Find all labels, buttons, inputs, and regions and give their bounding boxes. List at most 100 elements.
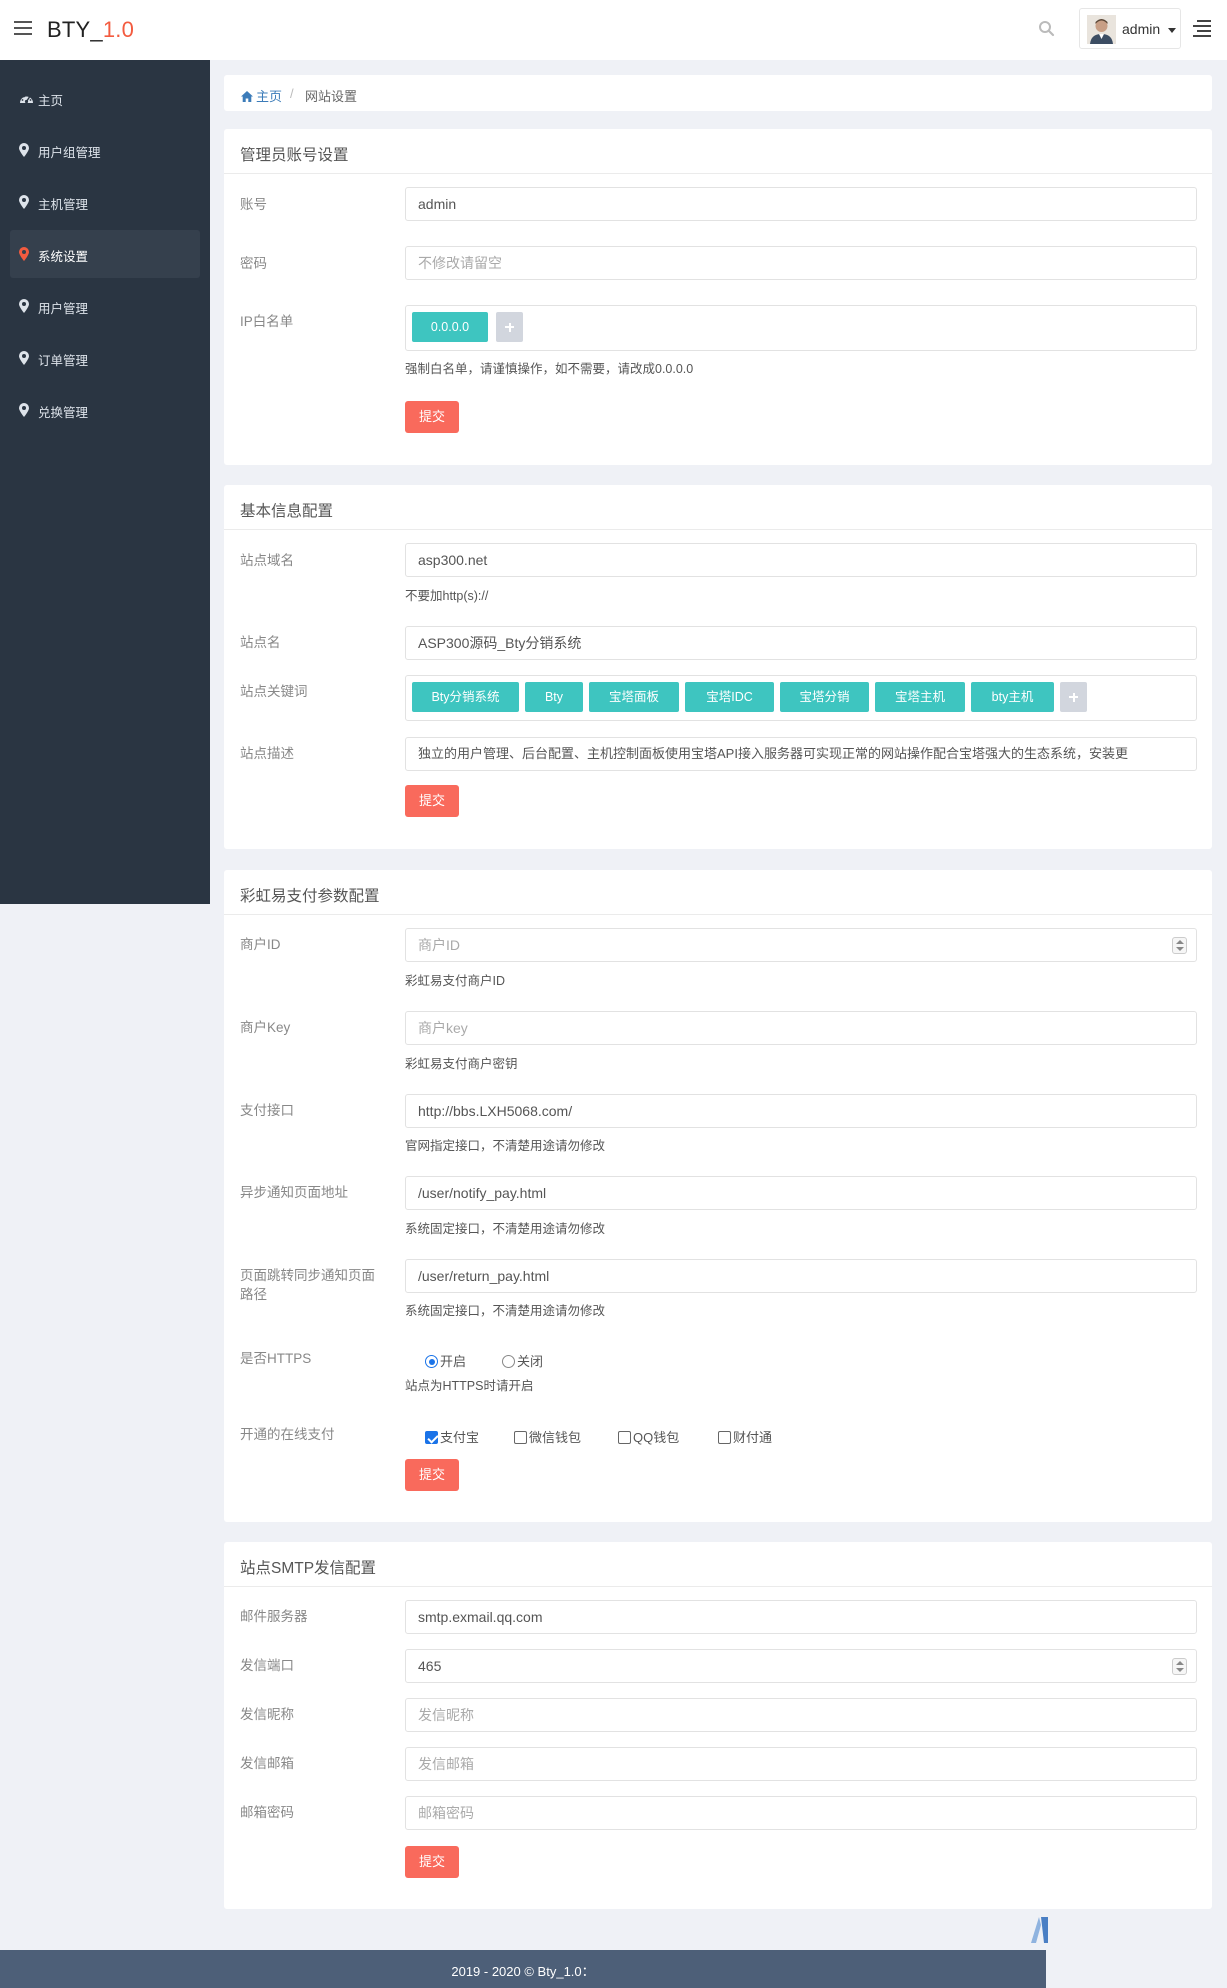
basic-submit-button[interactable]: 提交 <box>405 785 459 817</box>
sidebar-item-redeem[interactable]: 兑换管理 <box>10 386 200 434</box>
hamburger-menu-icon[interactable] <box>14 21 32 35</box>
breadcrumb: 主页 / 网站设置 <box>224 75 1212 111</box>
notify-url-help: 系统固定接口，不清楚用途请勿修改 <box>405 1222 606 1236</box>
panel-header: 管理员账号设置 <box>224 129 1212 174</box>
smtp-port-label: 发信端口 <box>240 1658 294 1673</box>
breadcrumb-home-link[interactable]: 主页 <box>241 86 282 105</box>
merchant-key-help: 彩虹易支付商户密钥 <box>405 1057 518 1071</box>
map-marker-icon <box>19 247 33 261</box>
smtp-password-input[interactable]: 邮箱密码 <box>405 1796 1197 1830</box>
site-name-input[interactable]: ASP300源码_Bty分销系统 <box>405 626 1197 660</box>
https-on-radio[interactable]: 开启 <box>425 1351 466 1370</box>
site-keywords-label: 站点关键词 <box>240 684 308 699</box>
sidebar: 主页 用户组管理 主机管理 系统设置 用户管理 订单管理 兑换管理 <box>0 60 210 904</box>
app-brand[interactable]: BTY_1.0 <box>47 17 134 43</box>
notify-url-input[interactable]: /user/notify_pay.html <box>405 1176 1197 1210</box>
site-keywords-tag-input[interactable]: Bty分销系统 Bty 宝塔面板 宝塔IDC 宝塔分销 宝塔主机 bty主机 <box>405 675 1197 721</box>
home-icon <box>241 91 253 102</box>
account-input[interactable]: admin <box>405 187 1197 221</box>
merchant-id-input[interactable]: 商户ID <box>405 928 1197 962</box>
breadcrumb-home-label: 主页 <box>256 89 283 104</box>
https-help: 站点为HTTPS时请开启 <box>405 1379 534 1393</box>
smtp-submit-button[interactable]: 提交 <box>405 1846 459 1878</box>
keyword-tag[interactable]: 宝塔分销 <box>780 682 869 712</box>
smtp-nickname-input[interactable]: 发信昵称 <box>405 1698 1197 1732</box>
footer-copyright: 2019 - 2020 © Bty_1.0： <box>451 1964 595 1979</box>
payment-submit-button[interactable]: 提交 <box>405 1459 459 1491</box>
return-url-input[interactable]: /user/return_pay.html <box>405 1259 1197 1293</box>
add-tag-icon[interactable] <box>496 312 523 342</box>
method-label: QQ钱包 <box>633 1430 680 1445</box>
panel-header: 彩虹易支付参数配置 <box>224 870 1212 915</box>
checkbox-checked-icon <box>425 1431 438 1444</box>
user-name: admin <box>1122 21 1161 37</box>
panel-header: 站点SMTP发信配置 <box>224 1542 1212 1587</box>
https-off-radio[interactable]: 关闭 <box>502 1351 543 1370</box>
smtp-nickname-label: 发信昵称 <box>240 1707 294 1722</box>
smtp-server-label: 邮件服务器 <box>240 1609 308 1624</box>
user-menu-dropdown[interactable]: admin <box>1079 8 1181 49</box>
map-marker-icon <box>19 351 33 365</box>
keyword-tag[interactable]: bty主机 <box>971 682 1054 712</box>
sidebar-item-users[interactable]: 用户管理 <box>10 282 200 330</box>
map-marker-icon <box>19 403 33 417</box>
number-spinner-icon[interactable] <box>1172 937 1187 954</box>
smtp-config-panel: 站点SMTP发信配置 邮件服务器 smtp.exmail.qq.com 发信端口… <box>224 1542 1212 1909</box>
panel-title: 站点SMTP发信配置 <box>240 1560 377 1577</box>
ip-whitelist-tag-input[interactable]: 0.0.0.0 <box>405 305 1197 351</box>
gateway-input[interactable]: http://bbs.LXH5068.com/ <box>405 1094 1197 1128</box>
admin-submit-button[interactable]: 提交 <box>405 401 459 433</box>
brand-name: BTY_ <box>47 17 103 42</box>
return-url-label: 页面跳转同步通知页面路径 <box>240 1268 375 1302</box>
keyword-tag[interactable]: Bty <box>525 682 583 712</box>
merchant-key-label: 商户Key <box>240 1020 291 1035</box>
add-tag-icon[interactable] <box>1060 682 1087 712</box>
sidebar-item-label: 主机管理 <box>38 198 89 212</box>
method-wechat-checkbox[interactable]: 微信钱包 <box>514 1427 581 1446</box>
merchant-id-label: 商户ID <box>240 937 281 952</box>
smtp-port-input[interactable]: 465 <box>405 1649 1197 1683</box>
gateway-help: 官网指定接口，不清楚用途请勿修改 <box>405 1139 606 1153</box>
radio-checked-icon <box>425 1355 438 1368</box>
sidebar-item-user-groups[interactable]: 用户组管理 <box>10 126 200 174</box>
method-qqwallet-checkbox[interactable]: QQ钱包 <box>618 1427 679 1446</box>
panel-title: 管理员账号设置 <box>240 147 349 164</box>
ip-whitelist-help: 强制白名单，请谨慎操作，如不需要，请改成0.0.0.0 <box>405 362 694 376</box>
keyword-tag[interactable]: 宝塔主机 <box>875 682 965 712</box>
keyword-tag[interactable]: 宝塔IDC <box>685 682 774 712</box>
keyword-tag[interactable]: Bty分销系统 <box>412 682 519 712</box>
sidebar-item-hosts[interactable]: 主机管理 <box>10 178 200 226</box>
sidebar-item-settings[interactable]: 系统设置 <box>10 230 200 278</box>
number-spinner-icon[interactable] <box>1172 1658 1187 1675</box>
password-input[interactable]: 不修改请留空 <box>405 246 1197 280</box>
smtp-email-input[interactable]: 发信邮箱 <box>405 1747 1197 1781</box>
smtp-server-input[interactable]: smtp.exmail.qq.com <box>405 1600 1197 1634</box>
method-label: 财付通 <box>733 1430 773 1445</box>
breadcrumb-current: 网站设置 <box>305 89 358 104</box>
site-domain-input[interactable]: asp300.net <box>405 543 1197 577</box>
site-description-label: 站点描述 <box>240 746 294 761</box>
smtp-email-label: 发信邮箱 <box>240 1756 294 1771</box>
site-domain-label: 站点域名 <box>240 553 294 568</box>
method-alipay-checkbox[interactable]: 支付宝 <box>425 1427 479 1446</box>
payment-config-panel: 彩虹易支付参数配置 商户ID 商户ID 彩虹易支付商户ID 商户Key 商户ke… <box>224 870 1212 1522</box>
sidebar-item-label: 系统设置 <box>38 250 89 264</box>
right-panel-toggle-icon[interactable] <box>1193 20 1211 37</box>
smtp-port-value: 465 <box>418 1658 442 1674</box>
keyword-tag[interactable]: 宝塔面板 <box>589 682 679 712</box>
search-icon[interactable] <box>1038 20 1056 38</box>
account-label: 账号 <box>240 197 267 212</box>
sidebar-item-home[interactable]: 主页 <box>10 74 200 122</box>
corner-logo-icon <box>1030 1913 1048 1947</box>
method-tenpay-checkbox[interactable]: 财付通 <box>718 1427 772 1446</box>
sidebar-item-label: 用户组管理 <box>38 146 101 160</box>
merchant-key-input[interactable]: 商户key <box>405 1011 1197 1045</box>
ip-tag[interactable]: 0.0.0.0 <box>412 312 488 342</box>
footer: 2019 - 2020 © Bty_1.0： <box>0 1950 1046 1988</box>
https-on-label: 开启 <box>440 1354 467 1369</box>
site-description-input[interactable]: 独立的用户管理、后台配置、主机控制面板使用宝塔API接入服务器可实现正常的网站操… <box>405 737 1197 771</box>
ip-whitelist-label: IP白名单 <box>240 314 294 329</box>
radio-unchecked-icon <box>502 1355 515 1368</box>
panel-title: 基本信息配置 <box>240 503 334 520</box>
sidebar-item-orders[interactable]: 订单管理 <box>10 334 200 382</box>
